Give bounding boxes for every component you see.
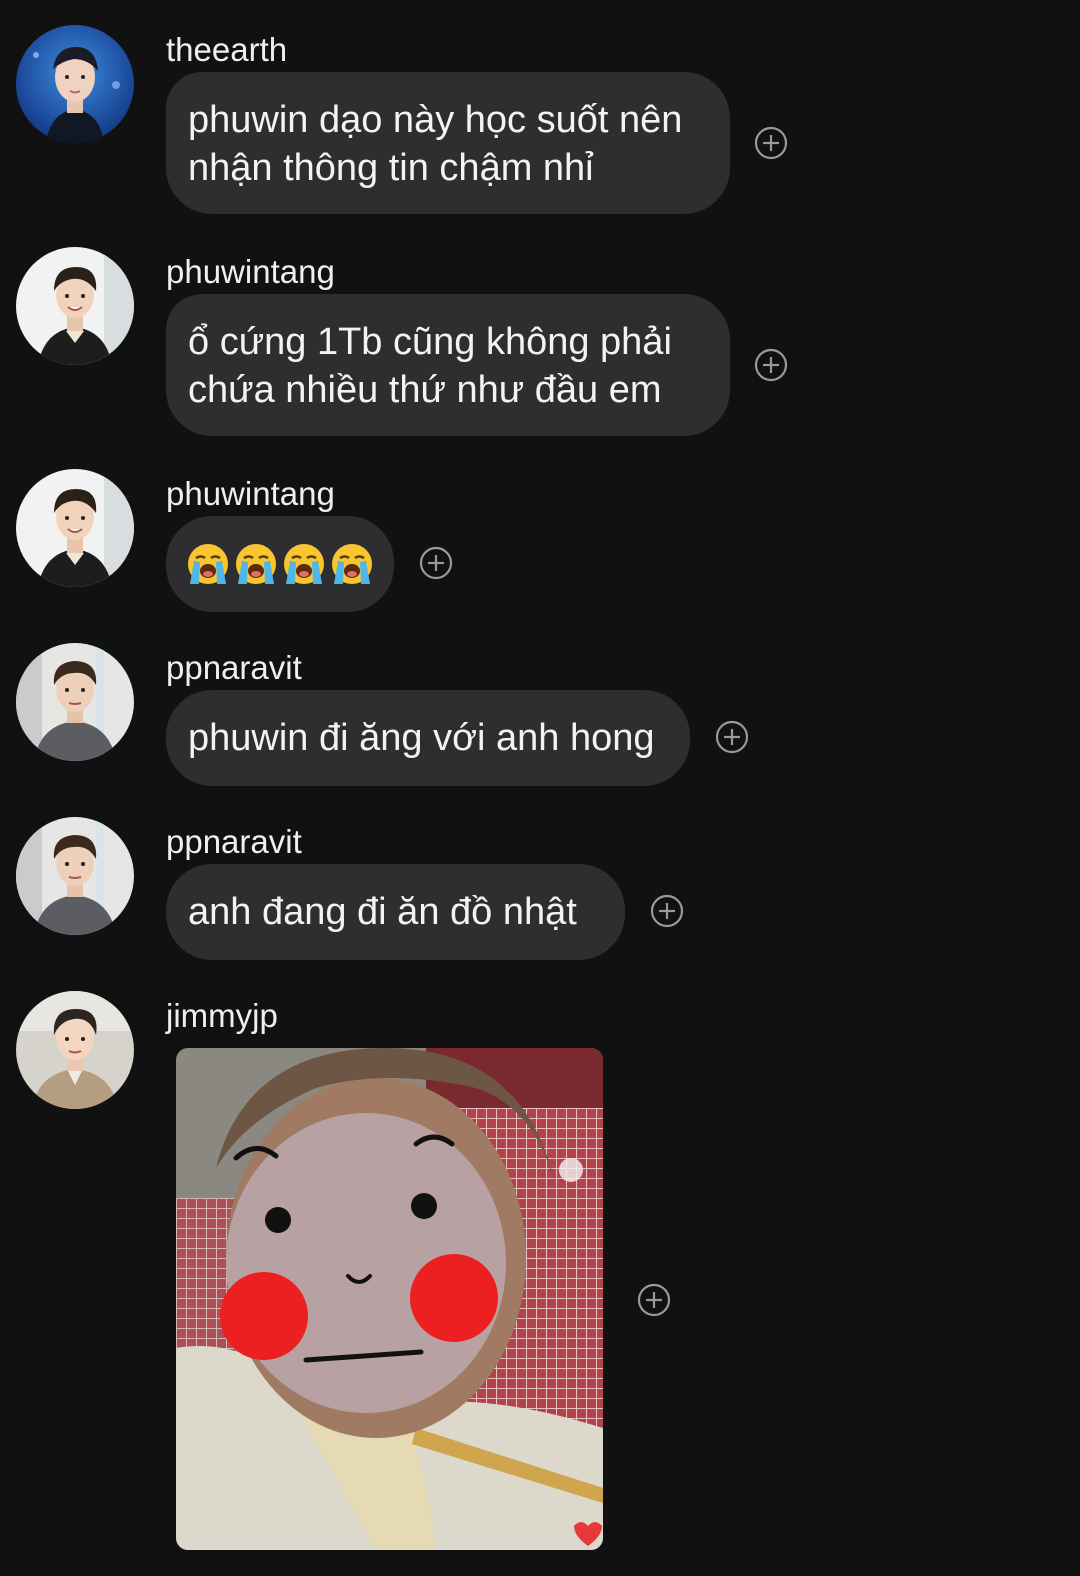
loudly-crying-face-icon bbox=[284, 544, 324, 584]
message-row: ppnaravit anh đang đi ăn đồ nhật bbox=[0, 802, 1080, 976]
emoji-row bbox=[186, 540, 374, 588]
plus-circle-icon[interactable] bbox=[419, 546, 453, 580]
message-row: jimmyjp bbox=[0, 976, 1080, 1576]
avatar[interactable] bbox=[16, 25, 134, 143]
username[interactable]: theearth bbox=[166, 30, 287, 70]
plus-circle-icon[interactable] bbox=[637, 1283, 671, 1317]
plus-circle-icon[interactable] bbox=[754, 348, 788, 382]
photo-attachment[interactable] bbox=[176, 1048, 603, 1550]
message-text-line: chứa nhiều thứ như đầu em bbox=[188, 369, 662, 411]
message-bubble[interactable]: phuwin dạo này học suốt nên nhận thông t… bbox=[166, 72, 730, 214]
username[interactable]: jimmyjp bbox=[166, 996, 278, 1036]
username[interactable]: ppnaravit bbox=[166, 822, 302, 862]
message-bubble[interactable] bbox=[166, 516, 394, 612]
message-bubble[interactable]: ổ cứng 1Tb cũng không phải chứa nhiều th… bbox=[166, 294, 730, 436]
message-row: phuwintang ổ cứng 1Tb cũng không phải ch… bbox=[0, 230, 1080, 452]
username[interactable]: ppnaravit bbox=[166, 648, 302, 688]
message-bubble[interactable]: anh đang đi ăn đồ nhật bbox=[166, 864, 625, 960]
message-row: ppnaravit phuwin đi ăng với anh hong bbox=[0, 628, 1080, 802]
avatar[interactable] bbox=[16, 817, 134, 935]
plus-circle-icon[interactable] bbox=[754, 126, 788, 160]
avatar[interactable] bbox=[16, 991, 134, 1109]
message-bubble[interactable]: phuwin đi ăng với anh hong bbox=[166, 690, 690, 786]
message-row: theearth phuwin dạo này học suốt nên nhậ… bbox=[0, 0, 1080, 230]
avatar[interactable] bbox=[16, 643, 134, 761]
message-row: phuwintang bbox=[0, 452, 1080, 628]
message-text-line: phuwin dạo này học suốt nên bbox=[188, 99, 683, 141]
loudly-crying-face-icon bbox=[236, 544, 276, 584]
message-text-line: phuwin đi ăng với anh hong bbox=[188, 717, 655, 759]
username[interactable]: phuwintang bbox=[166, 252, 335, 292]
plus-circle-icon[interactable] bbox=[715, 720, 749, 754]
message-text-line: nhận thông tin chậm nhỉ bbox=[188, 147, 594, 189]
message-text-line: ổ cứng 1Tb cũng không phải bbox=[188, 321, 672, 363]
message-text-line: anh đang đi ăn đồ nhật bbox=[188, 891, 577, 933]
loudly-crying-face-icon bbox=[188, 544, 228, 584]
plus-circle-icon[interactable] bbox=[650, 894, 684, 928]
avatar[interactable] bbox=[16, 247, 134, 365]
avatar[interactable] bbox=[16, 469, 134, 587]
loudly-crying-face-icon bbox=[332, 544, 372, 584]
username[interactable]: phuwintang bbox=[166, 474, 335, 514]
